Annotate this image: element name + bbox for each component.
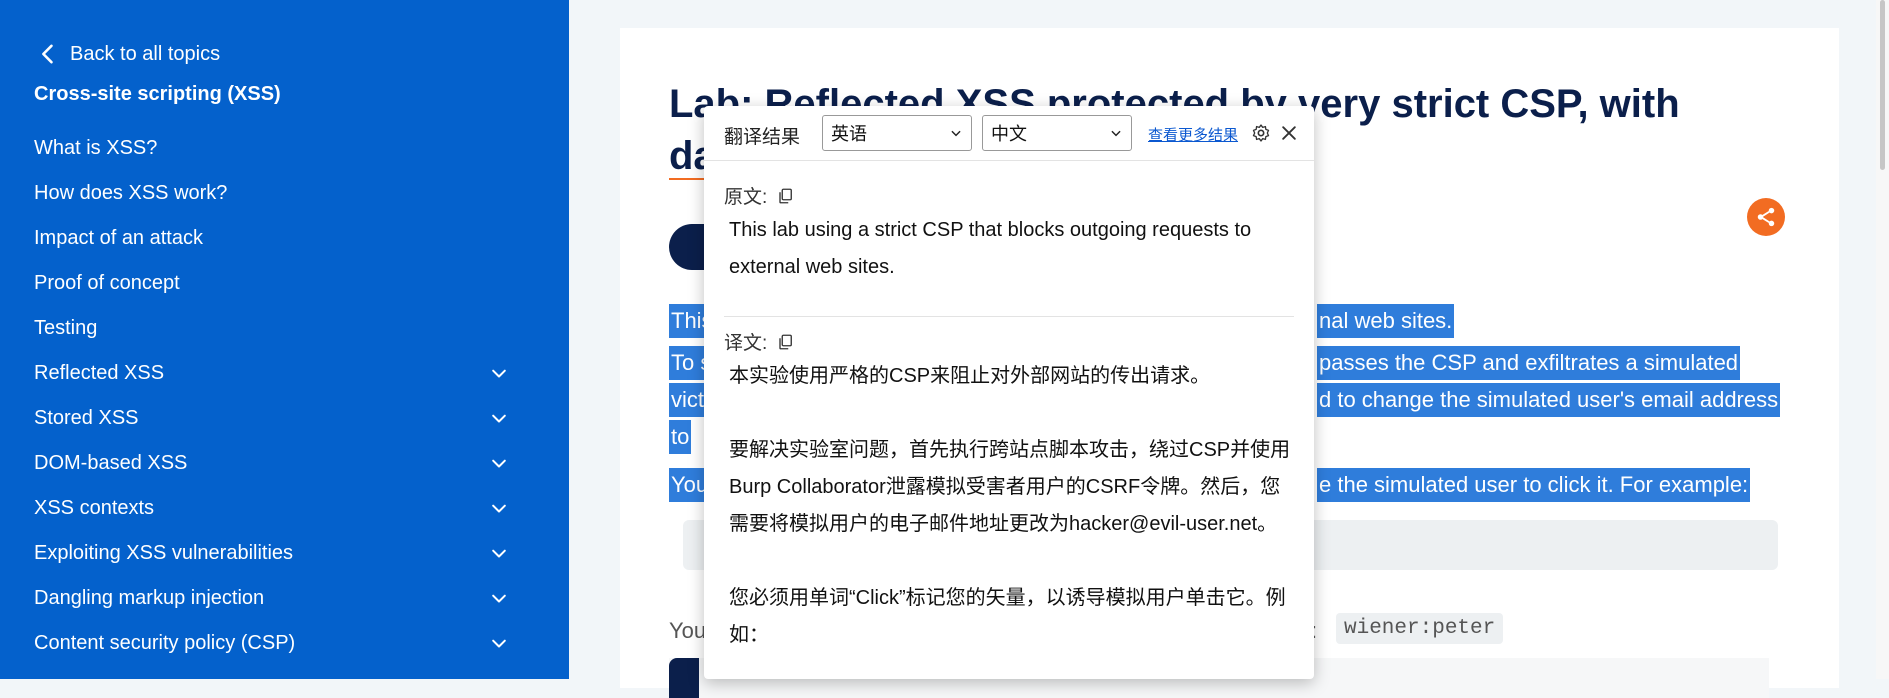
- sidebar-item-reflected-xss[interactable]: Reflected XSS: [0, 351, 569, 396]
- sidebar-item-label: Impact of an attack: [34, 227, 203, 249]
- desc-line-2-right: passes the CSP and exfiltrates a simulat…: [1317, 346, 1741, 380]
- target-label: 译文:: [724, 333, 768, 354]
- sidebar-nav-list: What is XSS? How does XSS work? Impact of …: [0, 126, 569, 679]
- sidebar-item-impact-of-an-attack[interactable]: Impact of an attack: [0, 216, 569, 261]
- share-icon: [1757, 207, 1775, 227]
- gear-icon[interactable]: [1251, 123, 1271, 143]
- target-language-value: 中文: [991, 124, 1027, 144]
- credentials-prefix: You: [669, 618, 707, 644]
- back-to-topics-link[interactable]: Back to all topics: [34, 40, 220, 68]
- source-language-value: 英语: [831, 124, 867, 144]
- popup-header: 翻译结果 英语 中文 查看更多结果: [704, 106, 1314, 161]
- sidebar-item-label: How does XSS work?: [34, 182, 228, 204]
- popup-divider: [724, 316, 1294, 317]
- sidebar-item-exploiting-xss-vulnerabilities[interactable]: Exploiting XSS vulnerabilities: [0, 531, 569, 576]
- more-results-link[interactable]: 查看更多结果: [1148, 124, 1238, 145]
- source-label: 原文:: [724, 187, 768, 208]
- bottom-block-accent: [669, 658, 699, 698]
- source-text: This lab using a strict CSP that blocks …: [729, 219, 1252, 278]
- chevron-down-icon[interactable]: [489, 409, 509, 429]
- desc-line-3-right: d to change the simulated user's email a…: [1317, 383, 1781, 417]
- desc-line-5-right: e the simulated user to click it. For ex…: [1317, 468, 1751, 502]
- desc-line-1-right: nal web sites.: [1317, 304, 1455, 338]
- page-scrollbar[interactable]: [1876, 0, 1889, 679]
- sidebar-item-label: Testing: [34, 317, 98, 339]
- sidebar-item-label: Reflected XSS: [34, 362, 165, 384]
- sidebar-section-title[interactable]: Cross-site scripting (XSS): [34, 83, 281, 106]
- translated-paragraph-2: 要解决实验室问题，首先执行跨站点脚本攻击，绕过CSP并使用Burp Collab…: [729, 439, 1291, 535]
- source-language-select[interactable]: 英语: [822, 115, 972, 151]
- scrollbar-thumb[interactable]: [1880, 0, 1885, 170]
- sidebar-item-how-does-xss-work[interactable]: How does XSS work?: [0, 171, 569, 216]
- sidebar-item-proof-of-concept[interactable]: Proof of concept: [0, 261, 569, 306]
- chevron-down-icon[interactable]: [489, 364, 509, 384]
- back-to-topics-label: Back to all topics: [70, 42, 221, 65]
- sidebar-item-label: Stored XSS: [34, 407, 139, 429]
- chevron-left-icon: [42, 44, 53, 64]
- translation-popup: 翻译结果 英语 中文 查看更多结果 原文: This lab using a s…: [704, 106, 1314, 679]
- sidebar-item-what-is-xss[interactable]: What is XSS?: [0, 126, 569, 171]
- chevron-down-icon[interactable]: [489, 589, 509, 609]
- popup-heading: 翻译结果: [724, 127, 801, 148]
- sidebar-item-label: What is XSS?: [34, 137, 158, 159]
- sidebar-item-xss-contexts[interactable]: XSS contexts: [0, 486, 569, 531]
- source-label-row: 原文:: [724, 182, 795, 209]
- chevron-down-icon: [1111, 130, 1121, 137]
- sidebar-item-label: Proof of concept: [34, 272, 180, 294]
- close-icon[interactable]: [1279, 123, 1299, 143]
- sidebar-item-label: Content security policy (CSP): [34, 632, 296, 654]
- target-language-select[interactable]: 中文: [982, 115, 1132, 151]
- credentials-code: wiener:peter: [1336, 613, 1504, 644]
- chevron-down-icon[interactable]: [489, 499, 509, 519]
- sidebar-item-label: Exploiting XSS vulnerabilities: [34, 542, 294, 564]
- sidebar-item-label: DOM-based XSS: [34, 452, 188, 474]
- sidebar-item-testing[interactable]: Testing: [0, 306, 569, 351]
- translated-paragraph-1: 本实验使用严格的CSP来阻止对外部网站的传出请求。: [729, 365, 1211, 387]
- copy-icon[interactable]: [777, 187, 795, 205]
- sidebar-item-dom-based-xss[interactable]: DOM-based XSS: [0, 441, 569, 486]
- sidebar-item-preventing-xss-attacks[interactable]: Preventing XSS attacks: [0, 666, 569, 679]
- desc-line-4-left: to: [669, 420, 692, 454]
- desc-line-3-left: vict: [669, 383, 706, 417]
- sidebar-item-dangling-markup-injection[interactable]: Dangling markup injection: [0, 576, 569, 621]
- translated-paragraph-3: 您必须用单词“Click”标记您的矢量，以诱导模拟用户单击它。例如：: [729, 587, 1286, 646]
- chevron-down-icon[interactable]: [489, 544, 509, 564]
- chevron-down-icon[interactable]: [489, 634, 509, 654]
- chevron-down-icon[interactable]: [489, 454, 509, 474]
- sidebar-item-label: Dangling markup injection: [34, 587, 265, 609]
- copy-icon[interactable]: [777, 333, 795, 351]
- share-button[interactable]: [1747, 198, 1785, 236]
- sidebar-item-stored-xss[interactable]: Stored XSS: [0, 396, 569, 441]
- chevron-down-icon: [951, 130, 961, 137]
- sidebar-item-content-security-policy-csp[interactable]: Content security policy (CSP): [0, 621, 569, 666]
- sidebar-item-label: XSS contexts: [34, 497, 155, 519]
- translated-text: 本实验使用严格的CSP来阻止对外部网站的传出请求。 要解决实验室问题，首先执行跨…: [729, 358, 1294, 654]
- target-label-row: 译文:: [724, 328, 795, 355]
- sidebar: Back to all topics Cross-site scripting …: [0, 0, 569, 679]
